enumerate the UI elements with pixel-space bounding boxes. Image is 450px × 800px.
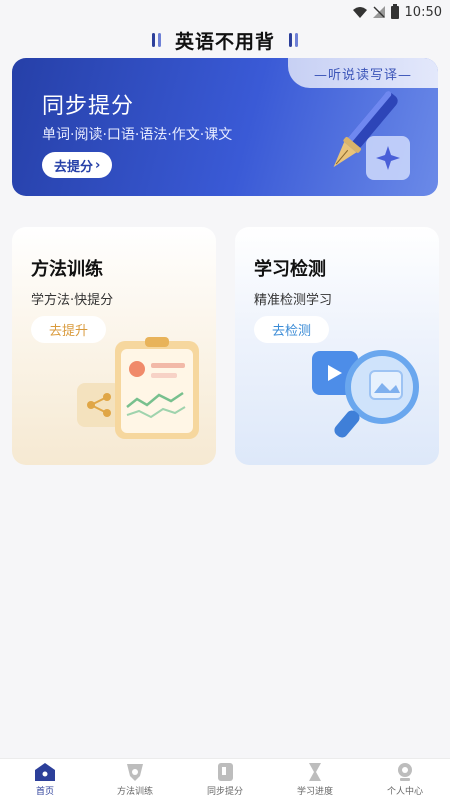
method-training-card[interactable]: 方法训练 学方法·快提分 去提升 [12,227,216,465]
nav-sync-score[interactable]: 同步提分 [180,762,270,797]
chevron-right-icon: › [95,157,101,173]
nav-home[interactable]: 首页 [0,762,90,797]
book-icon [218,763,233,781]
banner-subtitle: 单词·阅读·口语·语法·作文·课文 [42,127,233,143]
nav-sync-score-label: 同步提分 [206,787,243,797]
left-decoration-icon [151,33,161,47]
home-icon [35,763,55,781]
learning-check-subtitle: 精准检测学习 [254,293,333,308]
clipboard-illustration-icon [77,337,199,439]
status-time: 10:50 [404,4,442,20]
nav-method-training[interactable]: 方法训练 [90,762,180,797]
banner-title: 同步提分 [42,94,135,119]
status-bar: 10:50 [0,0,450,24]
sync-score-banner[interactable]: —听说读写译— 同步提分 单词·阅读·口语·语法·作文·课文 去提分 › [12,58,438,196]
app-header: 英语不用背 [0,24,450,56]
page-title: 英语不用背 [174,30,275,53]
nav-learning-progress[interactable]: 学习进度 [270,762,360,797]
go-improve-button-label: 去提分 [54,159,94,175]
battery-icon [390,3,399,19]
banner-tag: —听说读写译— [288,58,438,88]
bottom-navigation: 首页 方法训练 同步提分 学习进度 个人中心 [0,758,450,800]
method-training-subtitle: 学方法·快提分 [31,293,114,308]
profile-icon [398,763,412,781]
status-icons [352,3,399,19]
learning-check-title: 学习检测 [254,259,326,280]
right-decoration-icon [289,33,298,47]
nav-learning-progress-label: 学习进度 [296,787,333,797]
go-improve-button[interactable]: 去提分 › [42,152,113,178]
nav-profile-label: 个人中心 [386,787,423,797]
method-icon [127,764,143,781]
wifi-icon [352,6,367,18]
nav-profile[interactable]: 个人中心 [360,762,450,797]
method-training-title: 方法训练 [31,259,103,280]
no-signal-icon [372,6,385,18]
learning-check-card[interactable]: 学习检测 精准检测学习 去检测 [235,227,439,465]
nav-method-training-label: 方法训练 [116,787,153,797]
nav-home-label: 首页 [35,787,54,797]
hourglass-icon [309,763,321,781]
magnifier-illustration-icon [312,350,419,438]
fountain-pen-illustration-icon [333,91,410,180]
